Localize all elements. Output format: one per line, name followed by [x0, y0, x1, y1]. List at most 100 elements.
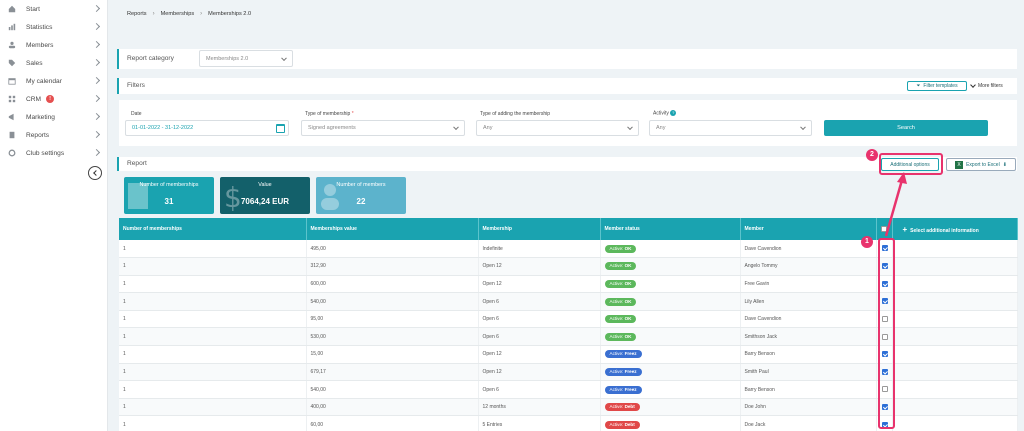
more-filters-label: More filters [978, 83, 1003, 89]
crm-icon [7, 94, 17, 104]
status-badge: Active: OK [604, 262, 637, 271]
cell-membership: Open 6 [478, 292, 601, 311]
sidebar-item-label: Statistics [26, 23, 53, 31]
breadcrumb-reports[interactable]: Reports [127, 11, 147, 17]
cell-additional [892, 275, 1018, 294]
status-value: OK [624, 333, 632, 339]
stat-card-label: Value [258, 182, 272, 188]
sidebar-item-my-calendar[interactable]: My calendar [0, 72, 107, 90]
cell-member[interactable]: Angelo Tommy [740, 257, 877, 276]
cell-additional [892, 257, 1018, 276]
chevron-left-icon [93, 170, 99, 176]
annotation-badge-2: 2 [866, 149, 878, 161]
cell-member[interactable]: Lily Allen [740, 292, 877, 311]
cell-status: Active: OK [600, 257, 741, 276]
cell-number: 1 [119, 398, 307, 417]
additional-info-label: Select additional information [910, 227, 979, 234]
stat-card-label: Number of memberships [139, 182, 199, 188]
cell-member[interactable]: Barry Benson [740, 380, 877, 399]
membership-type-label-text: Type of membership [305, 111, 351, 117]
cell-value: 15,00 [306, 345, 479, 364]
sidebar-item-label: Sales [26, 59, 43, 67]
report-category-select[interactable]: Memberships 2.0 [199, 50, 293, 67]
cell-member[interactable]: Dave Cavendion [740, 240, 877, 259]
info-icon[interactable]: ? [670, 110, 677, 116]
cell-member[interactable]: Doe Jack [740, 415, 877, 431]
col-membership[interactable]: Membership [478, 218, 601, 240]
cell-membership: 5 Entries [478, 415, 601, 431]
sidebar-item-crm[interactable]: CRM! [0, 90, 107, 108]
cell-member[interactable]: Smithson Jack [740, 327, 877, 347]
breadcrumb: Reports › Memberships › Memberships 2.0 [127, 11, 251, 17]
stat-card-value: 7064,24 EUR [240, 197, 290, 206]
collapse-sidebar-button[interactable] [88, 166, 102, 180]
status-prefix: Active: [609, 386, 625, 392]
col-member[interactable]: Member [740, 218, 877, 240]
cell-additional [892, 292, 1018, 311]
cell-status: Active: Debt [600, 398, 741, 417]
export-excel-button[interactable]: X Export to Excel ⬇ [946, 158, 1016, 171]
cell-status: Active: OK [600, 240, 741, 259]
stat-card-label: Number of members [336, 182, 386, 188]
search-button[interactable]: Search [824, 120, 988, 136]
report-category-panel: Report category Memberships 2.0 [117, 49, 1017, 69]
cell-member[interactable]: Barry Benson [740, 345, 877, 364]
status-badge: Active: Debt [604, 403, 640, 412]
adding-type-select[interactable]: Any [476, 120, 639, 136]
chevron-down-icon [800, 124, 806, 131]
cell-value: 600,00 [306, 275, 479, 294]
filter-templates-label: Filter templates [923, 83, 958, 89]
membership-type-label: Type of membership * [305, 111, 354, 117]
stat-card-value: $ Value 7064,24 EUR [220, 177, 310, 214]
sidebar-item-members[interactable]: Members [0, 36, 107, 54]
chevron-right-icon: › [200, 11, 203, 17]
calendar-icon[interactable] [276, 124, 285, 133]
cell-value: 60,00 [306, 415, 479, 431]
stat-card-members: Number of members 22 [316, 177, 406, 214]
cell-status: Active: OK [600, 310, 741, 329]
megaphone-icon [7, 112, 17, 122]
filters-panel-header: Filters ⏷ Filter templates More filters [117, 78, 1017, 94]
status-badge: Active: OK [604, 279, 637, 288]
home-icon [7, 4, 17, 14]
excel-icon: X [955, 160, 964, 169]
status-prefix: Active: [609, 263, 625, 269]
cell-value: 540,00 [306, 380, 479, 399]
membership-type-select[interactable]: Signed agreements [301, 120, 465, 136]
status-value: Freez [624, 386, 637, 392]
cell-member[interactable]: Smith Paul [740, 363, 877, 382]
col-number-of-memberships[interactable]: Number of memberships [119, 218, 307, 240]
cell-member[interactable]: Doe John [740, 398, 877, 417]
cell-status: Active: OK [600, 275, 741, 294]
cell-number: 1 [119, 275, 307, 294]
sidebar-item-marketing[interactable]: Marketing [0, 108, 107, 126]
sidebar-item-reports[interactable]: Reports [0, 126, 107, 144]
col-memberships-value[interactable]: Memberships value [306, 218, 479, 240]
chevron-down-icon [970, 82, 976, 88]
cell-member[interactable]: Free Gavin [740, 275, 877, 294]
status-badge: Active: Freez [604, 367, 642, 376]
sidebar-item-statistics[interactable]: Statistics [0, 18, 107, 36]
filters-title: Filters [127, 82, 145, 89]
cell-number: 1 [119, 327, 307, 347]
chevron-right-icon [92, 130, 101, 139]
sidebar-item-club-settings[interactable]: Club settings [0, 144, 107, 162]
more-filters-toggle[interactable]: More filters [970, 82, 1003, 89]
col-additional-info[interactable]: + Select additional information [892, 218, 1018, 240]
tag-icon [7, 58, 17, 68]
sidebar-item-sales[interactable]: Sales [0, 54, 107, 72]
activity-select[interactable]: Any [649, 120, 812, 136]
chevron-right-icon: › [152, 11, 155, 17]
date-range-input[interactable]: 01-01-2022 - 31-12-2022 [125, 120, 289, 136]
breadcrumb-memberships[interactable]: Memberships [161, 11, 195, 17]
cell-additional [892, 415, 1018, 431]
required-marker: * [351, 111, 354, 117]
cell-membership: Open 6 [478, 327, 601, 347]
sidebar-item-label: Reports [26, 131, 50, 139]
filter-templates-button[interactable]: ⏷ Filter templates [907, 81, 967, 91]
sidebar-item-label: Start [26, 5, 40, 13]
sidebar-item-start[interactable]: Start [0, 0, 107, 18]
cell-member[interactable]: Dave Cavendion [740, 310, 877, 329]
col-member-status[interactable]: Member status [600, 218, 741, 240]
cell-status: Active: Freez [600, 345, 741, 364]
